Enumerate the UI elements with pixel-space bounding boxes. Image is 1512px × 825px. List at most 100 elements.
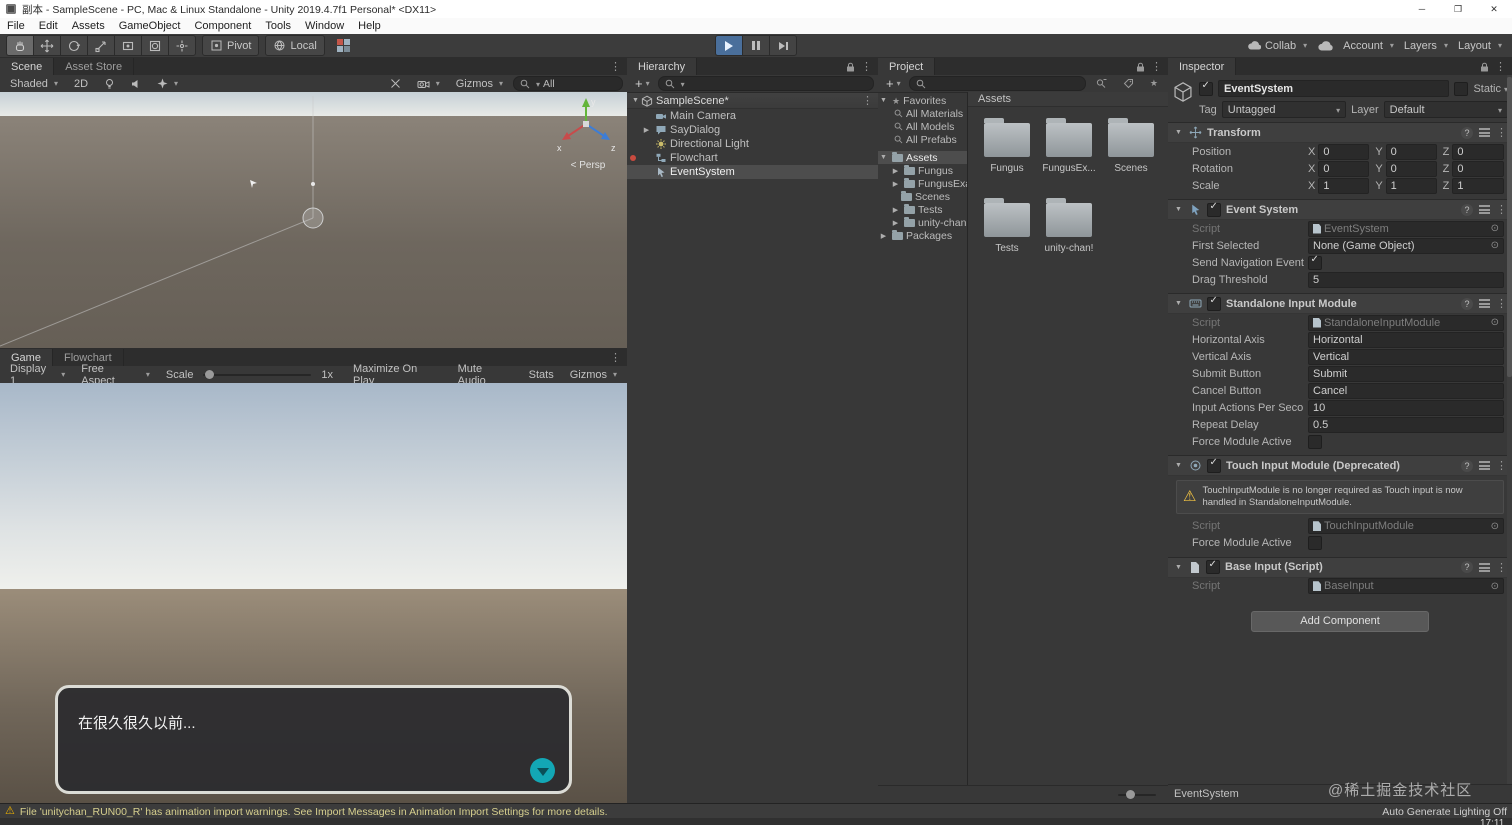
object-picker-icon[interactable] [1491, 240, 1499, 251]
lock-icon[interactable] [1480, 62, 1489, 72]
continue-button[interactable] [530, 758, 555, 783]
foldout-arrow-icon[interactable] [630, 97, 641, 104]
rotation-y-field[interactable]: 0 [1386, 161, 1437, 177]
tree-tests[interactable]: Tests [878, 203, 967, 216]
tag-dropdown[interactable]: Untagged [1222, 101, 1346, 118]
script-field[interactable]: BaseInput [1308, 578, 1504, 594]
cloud-button[interactable] [1317, 40, 1333, 52]
transform-header[interactable]: Transform [1168, 122, 1512, 143]
scrollbar-thumb[interactable] [1507, 77, 1512, 377]
preset-icon[interactable] [1479, 461, 1490, 470]
hierarchy-search-input[interactable] [658, 76, 874, 91]
foldout-arrow-icon[interactable] [890, 206, 901, 214]
project-folder-fungusexamples[interactable]: FungusEx... [1038, 115, 1100, 191]
create-menu-button[interactable] [882, 76, 905, 91]
project-search-input[interactable] [909, 76, 1086, 91]
static-checkbox[interactable] [1454, 82, 1468, 96]
kebab-menu-icon[interactable] [1495, 60, 1506, 73]
pause-button[interactable] [742, 35, 769, 56]
project-folder-scenes[interactable]: Scenes [1100, 115, 1162, 191]
menu-component[interactable]: Component [187, 20, 258, 32]
object-picker-icon[interactable] [1491, 223, 1499, 234]
stats-toggle[interactable]: Stats [523, 367, 560, 383]
rotation-x-field[interactable]: 0 [1318, 161, 1369, 177]
help-icon[interactable] [1461, 460, 1473, 472]
script-field[interactable]: TouchInputModule [1308, 518, 1504, 534]
preset-icon[interactable] [1479, 128, 1490, 137]
hierarchy-item-flowchart[interactable]: Flowchart [627, 151, 878, 165]
lighting-toggle[interactable] [98, 76, 121, 92]
kebab-menu-icon[interactable] [1151, 60, 1162, 73]
scale-slider-knob[interactable] [205, 370, 214, 379]
create-menu-button[interactable] [631, 76, 654, 91]
mute-audio-toggle[interactable]: Mute Audio [452, 367, 519, 383]
2d-toggle[interactable]: 2D [68, 76, 94, 92]
hierarchy-item-eventsystem[interactable]: EventSystem [627, 165, 878, 179]
help-icon[interactable] [1461, 127, 1473, 139]
kebab-menu-icon[interactable] [610, 351, 621, 364]
foldout-arrow-icon[interactable] [1173, 300, 1184, 307]
foldout-arrow-icon[interactable] [878, 232, 889, 240]
object-picker-icon[interactable] [1491, 317, 1499, 328]
tab-project[interactable]: Project [878, 58, 935, 75]
script-field[interactable]: EventSystem [1308, 221, 1504, 237]
lock-icon[interactable] [1136, 62, 1145, 72]
menu-edit[interactable]: Edit [32, 20, 65, 32]
component-enabled-checkbox[interactable] [1207, 297, 1221, 311]
kebab-menu-icon[interactable] [861, 60, 872, 73]
tab-hierarchy[interactable]: Hierarchy [627, 58, 697, 75]
menu-gameobject[interactable]: GameObject [112, 20, 188, 32]
tree-fungus[interactable]: Fungus [878, 164, 967, 177]
foldout-arrow-icon[interactable] [890, 167, 901, 175]
rect-tool-button[interactable] [114, 35, 141, 56]
hierarchy-item-main-camera[interactable]: Main Camera [627, 109, 878, 123]
foldout-arrow-icon[interactable] [641, 126, 652, 134]
component-enabled-checkbox[interactable] [1206, 560, 1220, 574]
maximize-on-play-toggle[interactable]: Maximize On Play [347, 367, 448, 383]
tab-asset-store[interactable]: Asset Store [54, 58, 134, 75]
transform-tool-button[interactable] [141, 35, 168, 56]
collab-dropdown[interactable]: Collab [1247, 40, 1307, 52]
tab-inspector[interactable]: Inspector [1168, 58, 1236, 75]
layers-dropdown[interactable]: Layers [1404, 40, 1448, 52]
send-navigation-checkbox[interactable] [1308, 256, 1322, 270]
game-gizmos-dropdown[interactable]: Gizmos [564, 367, 623, 383]
custom-tool-button[interactable] [168, 35, 196, 56]
foldout-arrow-icon[interactable] [1173, 206, 1184, 213]
aspect-dropdown[interactable]: Free Aspect [75, 367, 156, 383]
name-field[interactable]: EventSystem [1218, 80, 1449, 97]
base-input-header[interactable]: Base Input (Script) [1168, 557, 1512, 578]
rotate-tool-button[interactable] [60, 35, 87, 56]
rotation-z-field[interactable]: 0 [1452, 161, 1504, 177]
tree-favorites[interactable]: Favorites [878, 94, 967, 107]
saved-search-star-icon[interactable] [1144, 76, 1164, 92]
static-dropdown[interactable]: Static [1473, 83, 1508, 95]
project-folder-tests[interactable]: Tests [976, 195, 1038, 271]
foldout-arrow-icon[interactable] [1173, 564, 1184, 571]
effects-dropdown[interactable] [151, 76, 184, 92]
active-checkbox[interactable] [1199, 82, 1213, 96]
auto-generate-lighting-button[interactable]: Auto Generate Lighting Off [1382, 806, 1507, 818]
display-dropdown[interactable]: Display 1 [4, 367, 71, 383]
status-bar[interactable]: File 'unitychan_RUN00_R' has animation i… [0, 803, 1512, 819]
kebab-menu-icon[interactable] [1496, 203, 1507, 216]
shading-mode-dropdown[interactable]: Shaded [4, 76, 64, 92]
tree-all-models[interactable]: All Models [878, 120, 967, 133]
scene-tools-button[interactable] [384, 76, 407, 92]
grid-snap-icon[interactable] [337, 39, 350, 52]
horizontal-axis-field[interactable]: Horizontal [1308, 332, 1504, 348]
input-actions-field[interactable]: 10 [1308, 400, 1504, 416]
position-x-field[interactable]: 0 [1318, 144, 1369, 160]
hierarchy-item-directional-light[interactable]: Directional Light [627, 137, 878, 151]
tree-scenes[interactable]: Scenes [878, 190, 967, 203]
tree-all-materials[interactable]: All Materials [878, 107, 967, 120]
tree-assets[interactable]: Assets [878, 151, 967, 164]
event-system-header[interactable]: Event System [1168, 199, 1512, 220]
help-icon[interactable] [1461, 204, 1473, 216]
inspector-scrollbar[interactable] [1507, 75, 1512, 803]
hand-tool-button[interactable] [6, 35, 33, 56]
tab-scene[interactable]: Scene [0, 58, 54, 75]
camera-settings-dropdown[interactable] [411, 76, 446, 92]
position-y-field[interactable]: 0 [1386, 144, 1437, 160]
tree-unity-chan[interactable]: unity-chan! [878, 216, 967, 229]
